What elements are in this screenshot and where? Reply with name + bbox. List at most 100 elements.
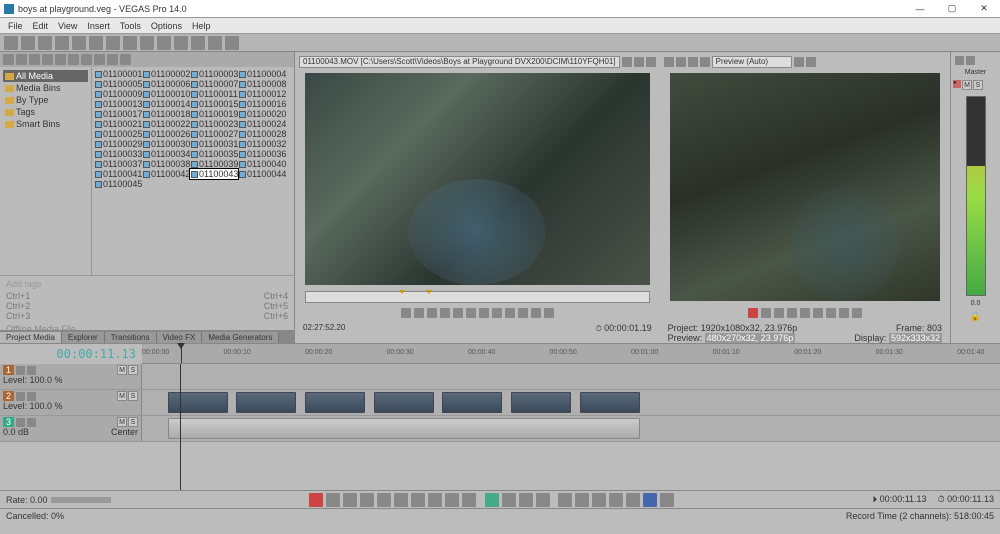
media-item[interactable]: 01100008.MOV [238, 79, 286, 89]
lock-env-icon[interactable] [626, 493, 640, 507]
add-to-tl-icon[interactable] [531, 308, 541, 318]
capture-icon[interactable] [16, 54, 27, 65]
prev-fx-icon[interactable] [664, 57, 674, 67]
timeline-clip[interactable] [374, 392, 434, 413]
media-props-icon[interactable] [55, 54, 66, 65]
track-fx-icon[interactable] [16, 392, 25, 401]
trimmer-close-icon[interactable] [634, 57, 644, 67]
tree-item[interactable]: Media Bins [3, 82, 88, 94]
loop-icon[interactable] [401, 308, 411, 318]
prev-split-icon[interactable] [676, 57, 686, 67]
track-solo[interactable]: S [128, 365, 138, 375]
tl-play-icon[interactable] [360, 493, 374, 507]
timeline-clip[interactable] [168, 418, 640, 439]
media-item[interactable]: 01100039.MOV [190, 159, 238, 169]
tool-select-icon[interactable] [519, 493, 533, 507]
media-item[interactable]: 01100013.MOV [94, 99, 142, 109]
trimmer-video[interactable] [305, 73, 650, 285]
media-item[interactable]: 01100001.MOV [94, 69, 142, 79]
track-mute[interactable]: M [117, 391, 127, 401]
tl-record-icon[interactable] [309, 493, 323, 507]
media-item[interactable]: 01100010.MOV [142, 89, 190, 99]
rate-slider[interactable] [51, 497, 111, 503]
master-tools-icon[interactable] [955, 56, 964, 65]
timeline-clip[interactable] [305, 392, 365, 413]
media-item[interactable]: 01100030.MOV [142, 139, 190, 149]
media-item[interactable]: 01100009.MOV [94, 89, 142, 99]
pv-start-icon[interactable] [813, 308, 823, 318]
pv-prev-icon[interactable] [839, 308, 849, 318]
tree-item[interactable]: Smart Bins [3, 118, 88, 130]
media-item[interactable]: 01100019.MOV [190, 109, 238, 119]
mark-in-icon[interactable] [505, 308, 515, 318]
paste-icon[interactable] [123, 36, 137, 50]
media-item[interactable]: 01100040.MOV [238, 159, 286, 169]
track-auto-icon[interactable] [27, 418, 36, 427]
menu-edit[interactable]: Edit [29, 21, 53, 31]
menu-file[interactable]: File [4, 21, 27, 31]
lock-icon[interactable]: 🔒 [953, 311, 998, 322]
media-item[interactable]: 01100020.MOV [238, 109, 286, 119]
timeline-ruler[interactable]: 00:00:0000:00:1000:00:2000:00:3000:00:40… [142, 344, 1000, 364]
track-solo[interactable]: S [128, 417, 138, 427]
help-icon[interactable] [225, 36, 239, 50]
media-item[interactable]: 01100032.MOV [238, 139, 286, 149]
remove-icon[interactable] [42, 54, 53, 65]
media-item[interactable]: 01100023.MOV [190, 119, 238, 129]
timeline-clip[interactable] [168, 392, 228, 413]
media-item[interactable]: 01100026.MOV [142, 129, 190, 139]
tl-prev-icon[interactable] [445, 493, 459, 507]
media-item[interactable]: 01100042.MOV [142, 169, 190, 179]
tool-zoom-icon[interactable] [536, 493, 550, 507]
media-item[interactable]: 01100004.MOV [238, 69, 286, 79]
track-lane[interactable] [142, 416, 1000, 441]
tab-video-fx[interactable]: Video FX [157, 332, 203, 343]
normal-speed-icon[interactable] [660, 493, 674, 507]
preview-video[interactable] [670, 73, 940, 301]
media-item[interactable]: 01100003.MOV [190, 69, 238, 79]
trimmer-scrubber[interactable] [305, 291, 650, 303]
tl-loop-icon[interactable] [326, 493, 340, 507]
props-icon[interactable] [72, 36, 86, 50]
mark-out-icon[interactable] [518, 308, 528, 318]
cut-icon[interactable] [89, 36, 103, 50]
media-item[interactable]: 01100033.MOV [94, 149, 142, 159]
search-icon[interactable] [120, 54, 131, 65]
new-icon[interactable] [4, 36, 18, 50]
ignore-group-icon[interactable] [643, 493, 657, 507]
minimize-button[interactable]: — [908, 2, 932, 16]
media-item[interactable]: 01100018.MOV [142, 109, 190, 119]
track-auto-icon[interactable] [27, 366, 36, 375]
track-auto-icon[interactable] [27, 392, 36, 401]
quantize-icon[interactable] [575, 493, 589, 507]
media-item[interactable]: 01100034.MOV [142, 149, 190, 159]
track-lane[interactable] [142, 390, 1000, 415]
view-icon[interactable] [107, 54, 118, 65]
tab-explorer[interactable]: Explorer [62, 332, 105, 343]
media-item[interactable]: 01100014.MOV [142, 99, 190, 109]
media-item[interactable]: 01100037.MOV [94, 159, 142, 169]
media-item[interactable]: 01100025.MOV [94, 129, 142, 139]
media-item[interactable]: 01100041.MOV [94, 169, 142, 179]
track-fx-icon[interactable] [16, 418, 25, 427]
tab-media-generators[interactable]: Media Generators [202, 332, 279, 343]
media-item[interactable]: 01100035.MOV [190, 149, 238, 159]
pause-icon[interactable] [427, 308, 437, 318]
media-item[interactable]: 01100021.MOV [94, 119, 142, 129]
end-icon[interactable] [466, 308, 476, 318]
media-item[interactable]: 01100016.MOV [238, 99, 286, 109]
timeline-clip[interactable] [236, 392, 296, 413]
tool-env-icon[interactable] [502, 493, 516, 507]
tree-item[interactable]: All Media [3, 70, 88, 82]
play-media-icon[interactable] [81, 54, 92, 65]
media-item[interactable]: 01100007.MOV [190, 79, 238, 89]
master-solo[interactable]: S [973, 80, 983, 90]
tl-next-icon[interactable] [462, 493, 476, 507]
undo-icon[interactable] [140, 36, 154, 50]
preview-mode-select[interactable]: Preview (Auto) [712, 56, 792, 68]
media-fx-icon[interactable] [68, 54, 79, 65]
master-fx-icon[interactable] [966, 56, 975, 65]
tl-pause-icon[interactable] [377, 493, 391, 507]
trimmer-history-icon[interactable] [622, 57, 632, 67]
menu-options[interactable]: Options [147, 21, 186, 31]
